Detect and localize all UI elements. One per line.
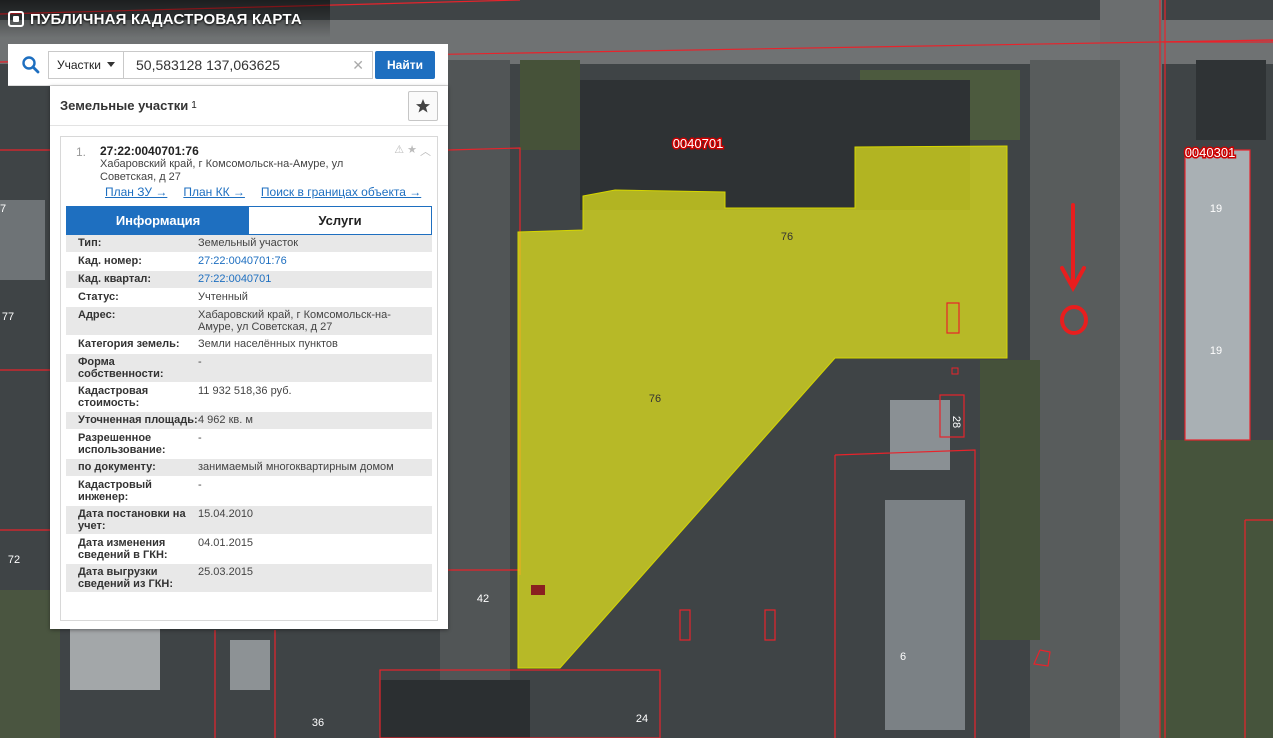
table-row: по документу: занимаемый многоквартирным … (66, 459, 432, 477)
field-key: Дата изменения сведений в ГКН: (78, 537, 168, 561)
building-number: 19 (1210, 345, 1222, 357)
app-title: ПУБЛИЧНАЯ КАДАСТРОВАЯ КАРТА (30, 10, 302, 28)
card-links: План ЗУ → План КК → Поиск в границах объ… (105, 185, 421, 199)
field-value: занимаемый многоквартирным домом (198, 461, 394, 473)
parcel-label: 76 (781, 231, 793, 243)
field-key: Кад. номер: (78, 255, 142, 267)
field-key: по документу: (78, 461, 156, 473)
quarter-label: 0040301 (1185, 145, 1236, 160)
tab-services[interactable]: Услуги (249, 207, 431, 234)
search-query: 50,583128 137,063625 (136, 56, 281, 73)
building-number: 7 (0, 203, 6, 215)
category-select[interactable]: Участки (48, 50, 123, 79)
search-in-bounds-link[interactable]: Поиск в границах объекта → (261, 185, 421, 199)
field-value: 4 962 кв. м (198, 414, 253, 426)
building-number: 36 (312, 717, 324, 729)
table-row: Категория земель: Земли населённых пункто… (66, 336, 432, 354)
building-number: 6 (900, 651, 906, 663)
field-key: Разрешенное использование: (78, 432, 166, 456)
table-row: Тип: Земельный участок (66, 235, 432, 253)
card-tools: ⚠ ★ ︿ (394, 143, 431, 159)
clear-icon[interactable]: ✕ (352, 57, 364, 74)
field-value: 04.01.2015 (198, 537, 254, 549)
table-row: Статус: Учтенный (66, 289, 432, 307)
favorites-button[interactable] (408, 91, 438, 121)
field-key: Дата выгрузки сведений из ГКН: (78, 566, 174, 590)
building-number: 19 (1210, 203, 1222, 215)
building-number: 77 (2, 311, 14, 323)
table-row: Кадастровый инженер: - (66, 477, 432, 506)
results-title: Земельные участки (60, 98, 189, 113)
table-row: Уточненная площадь: 4 962 кв. м (66, 412, 432, 430)
field-key: Уточненная площадь: (78, 414, 198, 426)
find-button[interactable]: Найти (375, 50, 435, 79)
result-index: 1. (76, 145, 87, 159)
field-key: Тип: (78, 237, 102, 249)
field-value-link[interactable]: 27:22:0040701 (198, 273, 432, 286)
field-key: Форма собственности: (78, 356, 164, 380)
category-label: Участки (57, 57, 101, 72)
info-table: Тип: Земельный участок Кад. номер: 27:22:0… (66, 235, 432, 593)
building-number: 28 (950, 416, 962, 428)
field-key: Кадастровая стоимость: (78, 385, 149, 409)
building-number: 42 (477, 593, 489, 605)
table-row: Форма собственности: - (66, 354, 432, 383)
star-icon (416, 99, 430, 113)
field-value: - (198, 479, 202, 491)
search-input[interactable]: 50,583128 137,063625 ✕ (123, 50, 373, 79)
field-value: 25.03.2015 (198, 566, 254, 578)
results-count: 1 (191, 100, 197, 111)
chevron-down-icon (107, 62, 115, 67)
field-key: Кадастровый инженер: (78, 479, 152, 503)
field-key: Дата постановки на учет: (78, 508, 186, 532)
tab-info[interactable]: Информация (67, 207, 249, 234)
field-key: Кад. квартал: (78, 273, 152, 285)
building-number: 72 (8, 554, 20, 566)
quarter-label: 0040701 (673, 136, 724, 151)
table-row: Дата изменения сведений в ГКН: 04.01.2015 (66, 535, 432, 564)
field-value: 15.04.2010 (198, 508, 254, 520)
field-value-link[interactable]: 27:22:0040701:76 (198, 255, 432, 268)
plan-zu-link[interactable]: План ЗУ → (105, 185, 167, 199)
results-header: Земельные участки 1 (50, 86, 448, 126)
table-row: Разрешенное использование: - (66, 430, 432, 459)
plan-kk-link[interactable]: План КК → (183, 185, 245, 199)
result-card: 1. 27:22:0040701:76 Хабаровский край, г … (60, 136, 438, 621)
field-value: Земли населённых пунктов (198, 338, 338, 350)
table-row: Дата выгрузки сведений из ГКН: 25.03.2015 (66, 564, 432, 593)
cad-number[interactable]: 27:22:0040701:76 (100, 144, 199, 158)
field-value: Учтенный (198, 291, 248, 303)
field-value: Хабаровский край, г Комсомольск-на-Амуре… (198, 309, 391, 333)
table-row: Кадастровая стоимость: 11 932 518,36 руб. (66, 383, 432, 412)
search-bar: Участки 50,583128 137,063625 ✕ Найти (8, 44, 448, 86)
building-number: 24 (636, 713, 648, 725)
parcel-label: 76 (649, 393, 661, 405)
table-row: Адрес: Хабаровский край, г Комсомольск-на… (66, 307, 432, 336)
table-row: Кад. квартал: 27:22:0040701 (66, 271, 432, 289)
field-key: Категория земель: (78, 338, 180, 350)
search-icon[interactable] (14, 50, 48, 80)
field-value: 11 932 518,36 руб. (198, 385, 292, 397)
info-tabs: Информация Услуги (66, 206, 432, 235)
results-panel: Земельные участки 1 1. 27:22:0040701:76 … (50, 86, 448, 629)
field-key: Адрес: (78, 309, 116, 321)
table-row: Кад. номер: 27:22:0040701:76 (66, 253, 432, 271)
table-row: Дата постановки на учет: 15.04.2010 (66, 506, 432, 535)
result-address: Хабаровский край, г Комсомольск-на-Амуре… (100, 158, 344, 183)
field-key: Статус: (78, 291, 119, 303)
star-icon[interactable]: ★ (407, 143, 417, 159)
chevron-up-icon[interactable]: ︿ (420, 143, 431, 159)
field-value: Земельный участок (198, 237, 299, 249)
warning-icon[interactable]: ⚠ (394, 143, 404, 159)
app-header: ПУБЛИЧНАЯ КАДАСТРОВАЯ КАРТА (0, 0, 330, 38)
logo-icon (8, 11, 24, 27)
field-value: - (198, 356, 202, 368)
field-value: - (198, 432, 202, 444)
